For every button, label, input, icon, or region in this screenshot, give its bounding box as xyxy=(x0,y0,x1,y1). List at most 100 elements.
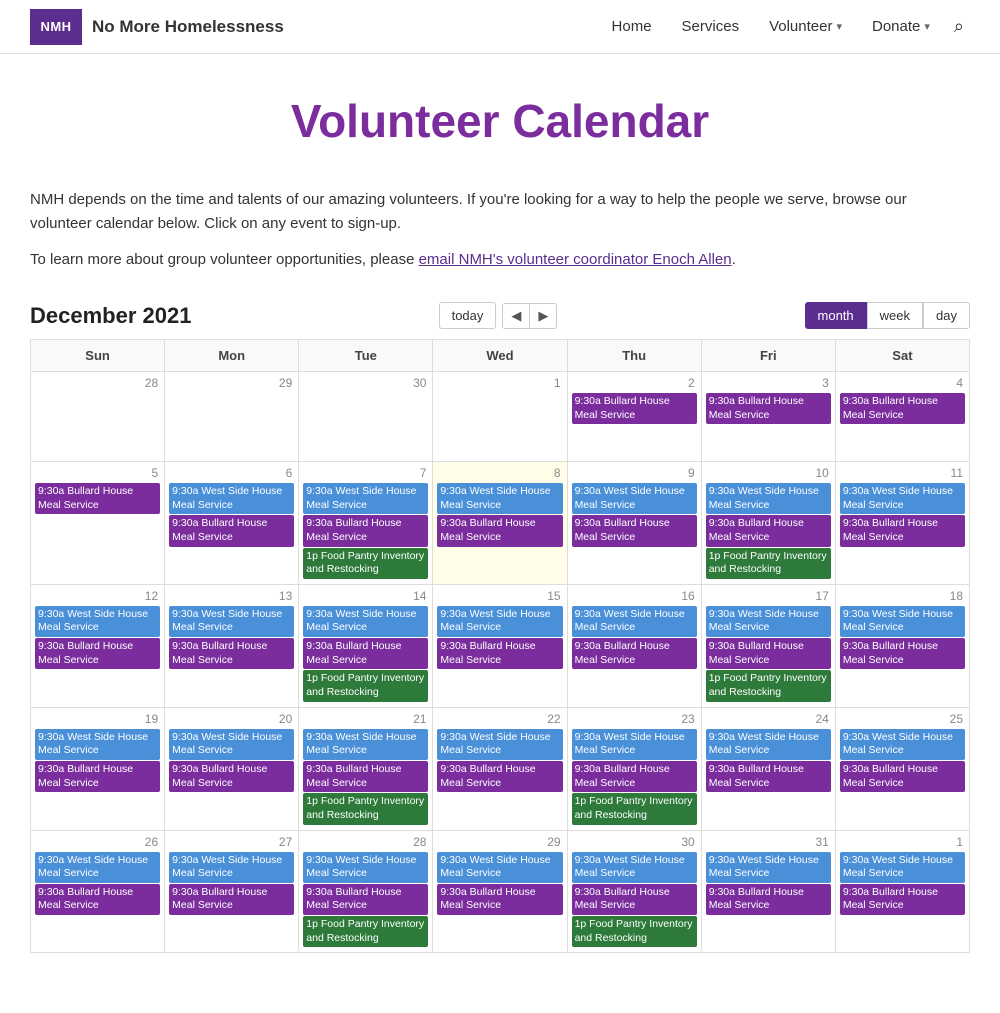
calendar-header-row: Sun Mon Tue Wed Thu Fri Sat xyxy=(31,340,970,372)
event-bullard-meal[interactable]: 9:30a Bullard House Meal Service xyxy=(437,638,562,669)
volunteer-coordinator-link[interactable]: email NMH's volunteer coordinator Enoch … xyxy=(419,251,732,268)
event-westside-meal[interactable]: 9:30a West Side House Meal Service xyxy=(303,852,428,883)
event-westside-meal[interactable]: 9:30a West Side House Meal Service xyxy=(706,852,831,883)
event-bullard-meal[interactable]: 9:30a Bullard House Meal Service xyxy=(572,515,697,546)
calendar-cell-dec18: 18 9:30a West Side House Meal Service 9:… xyxy=(835,584,969,707)
event-food-pantry[interactable]: 1p Food Pantry Inventory and Restocking xyxy=(706,670,831,701)
event-bullard-meal[interactable]: 9:30a Bullard House Meal Service xyxy=(840,638,965,669)
calendar-controls: December 2021 today ◀ ▶ month week day xyxy=(30,302,970,329)
event-bullard-meal[interactable]: 9:30a Bullard House Meal Service xyxy=(437,761,562,792)
event-westside-meal[interactable]: 9:30a West Side House Meal Service xyxy=(840,606,965,637)
event-food-pantry[interactable]: 1p Food Pantry Inventory and Restocking xyxy=(706,548,831,579)
event-bullard-meal[interactable]: 9:30a Bullard House Meal Service xyxy=(437,884,562,915)
event-bullard-meal[interactable]: 9:30a Bullard House Meal Service xyxy=(303,884,428,915)
event-bullard-meal[interactable]: 9:30a Bullard House Meal Service xyxy=(303,638,428,669)
next-month-button[interactable]: ▶ xyxy=(530,303,557,329)
event-westside-meal[interactable]: 9:30a West Side House Meal Service xyxy=(840,483,965,514)
event-westside-meal[interactable]: 9:30a West Side House Meal Service xyxy=(572,852,697,883)
event-bullard-meal[interactable]: 9:30a Bullard House Meal Service xyxy=(706,761,831,792)
day-view-button[interactable]: day xyxy=(923,302,970,329)
event-westside-meal[interactable]: 9:30a West Side House Meal Service xyxy=(840,852,965,883)
event-westside-meal[interactable]: 9:30a West Side House Meal Service xyxy=(169,483,294,514)
col-tue: Tue xyxy=(299,340,433,372)
event-bullard-meal[interactable]: 9:30a Bullard House Meal Service xyxy=(572,761,697,792)
event-food-pantry[interactable]: 1p Food Pantry Inventory and Restocking xyxy=(303,548,428,579)
event-westside-meal[interactable]: 9:30a West Side House Meal Service xyxy=(169,729,294,760)
calendar-cell-dec22: 22 9:30a West Side House Meal Service 9:… xyxy=(433,707,567,830)
event-bullard-meal[interactable]: 9:30a Bullard House Meal Service xyxy=(169,638,294,669)
nav-home[interactable]: Home xyxy=(600,12,664,41)
event-westside-meal[interactable]: 9:30a West Side House Meal Service xyxy=(303,483,428,514)
event-food-pantry[interactable]: 1p Food Pantry Inventory and Restocking xyxy=(303,793,428,824)
calendar-cell-dec30: 30 9:30a West Side House Meal Service 9:… xyxy=(567,830,701,953)
event-bullard-meal[interactable]: 9:30a Bullard House Meal Service xyxy=(572,393,697,424)
event-westside-meal[interactable]: 9:30a West Side House Meal Service xyxy=(572,729,697,760)
calendar-cell-nov29: 29 xyxy=(165,372,299,462)
calendar-cell-dec31: 31 9:30a West Side House Meal Service 9:… xyxy=(701,830,835,953)
event-bullard-meal[interactable]: 9:30a Bullard House Meal Service xyxy=(35,638,160,669)
event-westside-meal[interactable]: 9:30a West Side House Meal Service xyxy=(706,483,831,514)
event-bullard-meal[interactable]: 9:30a Bullard House Meal Service xyxy=(303,515,428,546)
table-row: 28 29 30 1 2 9:30a Bullard House Meal Se… xyxy=(31,372,970,462)
event-bullard-meal[interactable]: 9:30a Bullard House Meal Service xyxy=(840,393,965,424)
event-bullard-meal[interactable]: 9:30a Bullard House Meal Service xyxy=(706,638,831,669)
month-view-button[interactable]: month xyxy=(805,302,867,329)
event-westside-meal[interactable]: 9:30a West Side House Meal Service xyxy=(437,729,562,760)
today-button[interactable]: today xyxy=(439,302,497,329)
col-mon: Mon xyxy=(165,340,299,372)
event-westside-meal[interactable]: 9:30a West Side House Meal Service xyxy=(437,852,562,883)
event-bullard-meal[interactable]: 9:30a Bullard House Meal Service xyxy=(840,761,965,792)
calendar-cell-dec24: 24 9:30a West Side House Meal Service 9:… xyxy=(701,707,835,830)
prev-month-button[interactable]: ◀ xyxy=(502,303,530,329)
event-bullard-meal[interactable]: 9:30a Bullard House Meal Service xyxy=(35,884,160,915)
chevron-down-icon: ▾ xyxy=(836,20,842,33)
event-bullard-meal[interactable]: 9:30a Bullard House Meal Service xyxy=(572,884,697,915)
table-row: 12 9:30a West Side House Meal Service 9:… xyxy=(31,584,970,707)
event-bullard-meal[interactable]: 9:30a Bullard House Meal Service xyxy=(706,393,831,424)
event-westside-meal[interactable]: 9:30a West Side House Meal Service xyxy=(169,852,294,883)
table-row: 19 9:30a West Side House Meal Service 9:… xyxy=(31,707,970,830)
event-westside-meal[interactable]: 9:30a West Side House Meal Service xyxy=(35,852,160,883)
event-westside-meal[interactable]: 9:30a West Side House Meal Service xyxy=(437,483,562,514)
event-westside-meal[interactable]: 9:30a West Side House Meal Service xyxy=(35,729,160,760)
nav-volunteer[interactable]: Volunteer ▾ xyxy=(757,12,854,41)
nav-services[interactable]: Services xyxy=(670,12,752,41)
event-bullard-meal[interactable]: 9:30a Bullard House Meal Service xyxy=(169,515,294,546)
calendar-cell-dec7: 7 9:30a West Side House Meal Service 9:3… xyxy=(299,462,433,585)
event-bullard-meal[interactable]: 9:30a Bullard House Meal Service xyxy=(572,638,697,669)
page-content: Volunteer Calendar NMH depends on the ti… xyxy=(10,54,990,1013)
event-food-pantry[interactable]: 1p Food Pantry Inventory and Restocking xyxy=(572,793,697,824)
event-bullard-meal[interactable]: 9:30a Bullard House Meal Service xyxy=(169,884,294,915)
event-bullard-meal[interactable]: 9:30a Bullard House Meal Service xyxy=(437,515,562,546)
week-view-button[interactable]: week xyxy=(867,302,923,329)
event-food-pantry[interactable]: 1p Food Pantry Inventory and Restocking xyxy=(572,916,697,947)
event-westside-meal[interactable]: 9:30a West Side House Meal Service xyxy=(572,606,697,637)
calendar-cell-jan1: 1 9:30a West Side House Meal Service 9:3… xyxy=(835,830,969,953)
event-westside-meal[interactable]: 9:30a West Side House Meal Service xyxy=(35,606,160,637)
intro-paragraph-2: To learn more about group volunteer oppo… xyxy=(30,248,930,272)
event-westside-meal[interactable]: 9:30a West Side House Meal Service xyxy=(706,729,831,760)
event-bullard-meal[interactable]: 9:30a Bullard House Meal Service xyxy=(706,884,831,915)
event-westside-meal[interactable]: 9:30a West Side House Meal Service xyxy=(303,729,428,760)
main-nav: Home Services Volunteer ▾ Donate ▾ ⌕ xyxy=(600,10,970,43)
event-food-pantry[interactable]: 1p Food Pantry Inventory and Restocking xyxy=(303,670,428,701)
search-icon[interactable]: ⌕ xyxy=(948,10,970,43)
event-bullard-meal[interactable]: 9:30a Bullard House Meal Service xyxy=(35,761,160,792)
event-westside-meal[interactable]: 9:30a West Side House Meal Service xyxy=(437,606,562,637)
event-bullard-meal[interactable]: 9:30a Bullard House Meal Service xyxy=(840,515,965,546)
col-wed: Wed xyxy=(433,340,567,372)
event-bullard-meal[interactable]: 9:30a Bullard House Meal Service xyxy=(706,515,831,546)
calendar-cell-dec11: 11 9:30a West Side House Meal Service 9:… xyxy=(835,462,969,585)
event-food-pantry[interactable]: 1p Food Pantry Inventory and Restocking xyxy=(303,916,428,947)
calendar-cell-nov30: 30 xyxy=(299,372,433,462)
event-westside-meal[interactable]: 9:30a West Side House Meal Service xyxy=(840,729,965,760)
event-westside-meal[interactable]: 9:30a West Side House Meal Service xyxy=(706,606,831,637)
event-bullard-meal[interactable]: 9:30a Bullard House Meal Service xyxy=(840,884,965,915)
event-bullard-meal[interactable]: 9:30a Bullard House Meal Service xyxy=(303,761,428,792)
nav-donate[interactable]: Donate ▾ xyxy=(860,12,942,41)
event-westside-meal[interactable]: 9:30a West Side House Meal Service xyxy=(572,483,697,514)
event-bullard-meal[interactable]: 9:30a Bullard House Meal Service xyxy=(169,761,294,792)
event-bullard-meal[interactable]: 9:30a Bullard House Meal Service xyxy=(35,483,160,514)
event-westside-meal[interactable]: 9:30a West Side House Meal Service xyxy=(169,606,294,637)
event-westside-meal[interactable]: 9:30a West Side House Meal Service xyxy=(303,606,428,637)
